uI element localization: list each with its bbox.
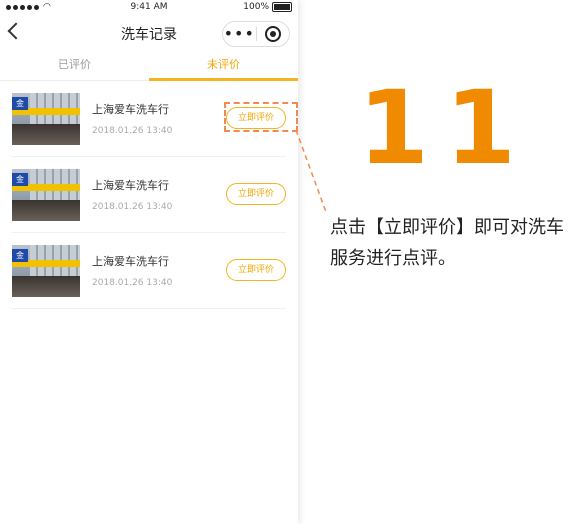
shop-logo-icon: 金 <box>12 172 28 187</box>
status-bar: ◠ 9:41 AM 100% <box>0 0 298 16</box>
shop-logo-icon: 金 <box>12 248 28 263</box>
list-item: 金 上海爱车洗车行 2018.01.26 13:40 立即评价 <box>12 157 286 233</box>
shop-thumbnail: 金 <box>12 168 80 221</box>
callout-highlight-box <box>224 102 298 132</box>
close-miniprogram-button[interactable] <box>256 26 289 42</box>
target-icon <box>264 26 281 42</box>
list-item: 金 上海爱车洗车行 2018.01.26 13:40 立即评价 <box>12 233 286 309</box>
rate-now-button[interactable]: 立即评价 <box>226 183 286 205</box>
nav-bar: 洗车记录 ••• <box>0 16 298 50</box>
battery-percent: 100% <box>243 2 269 12</box>
shop-logo-icon: 金 <box>12 96 28 111</box>
shop-thumbnail: 金 <box>12 244 80 297</box>
step-caption: 点击【立即评价】即可对洗车服务进行点评。 <box>330 217 564 269</box>
tab-bar: 已评价 未评价 <box>0 50 298 81</box>
battery-icon <box>272 2 292 12</box>
tab-unrated[interactable]: 未评价 <box>149 50 298 81</box>
phone-screen: ◠ 9:41 AM 100% 洗车记录 ••• 已评价 未评价 金 上海爱车洗车… <box>0 0 298 524</box>
rate-now-button[interactable]: 立即评价 <box>226 259 286 281</box>
step-number: 11 <box>358 69 532 188</box>
miniprogram-capsule: ••• <box>222 21 290 47</box>
tab-rated[interactable]: 已评价 <box>0 50 149 80</box>
more-icon[interactable]: ••• <box>223 26 256 42</box>
shop-thumbnail: 金 <box>12 92 80 145</box>
